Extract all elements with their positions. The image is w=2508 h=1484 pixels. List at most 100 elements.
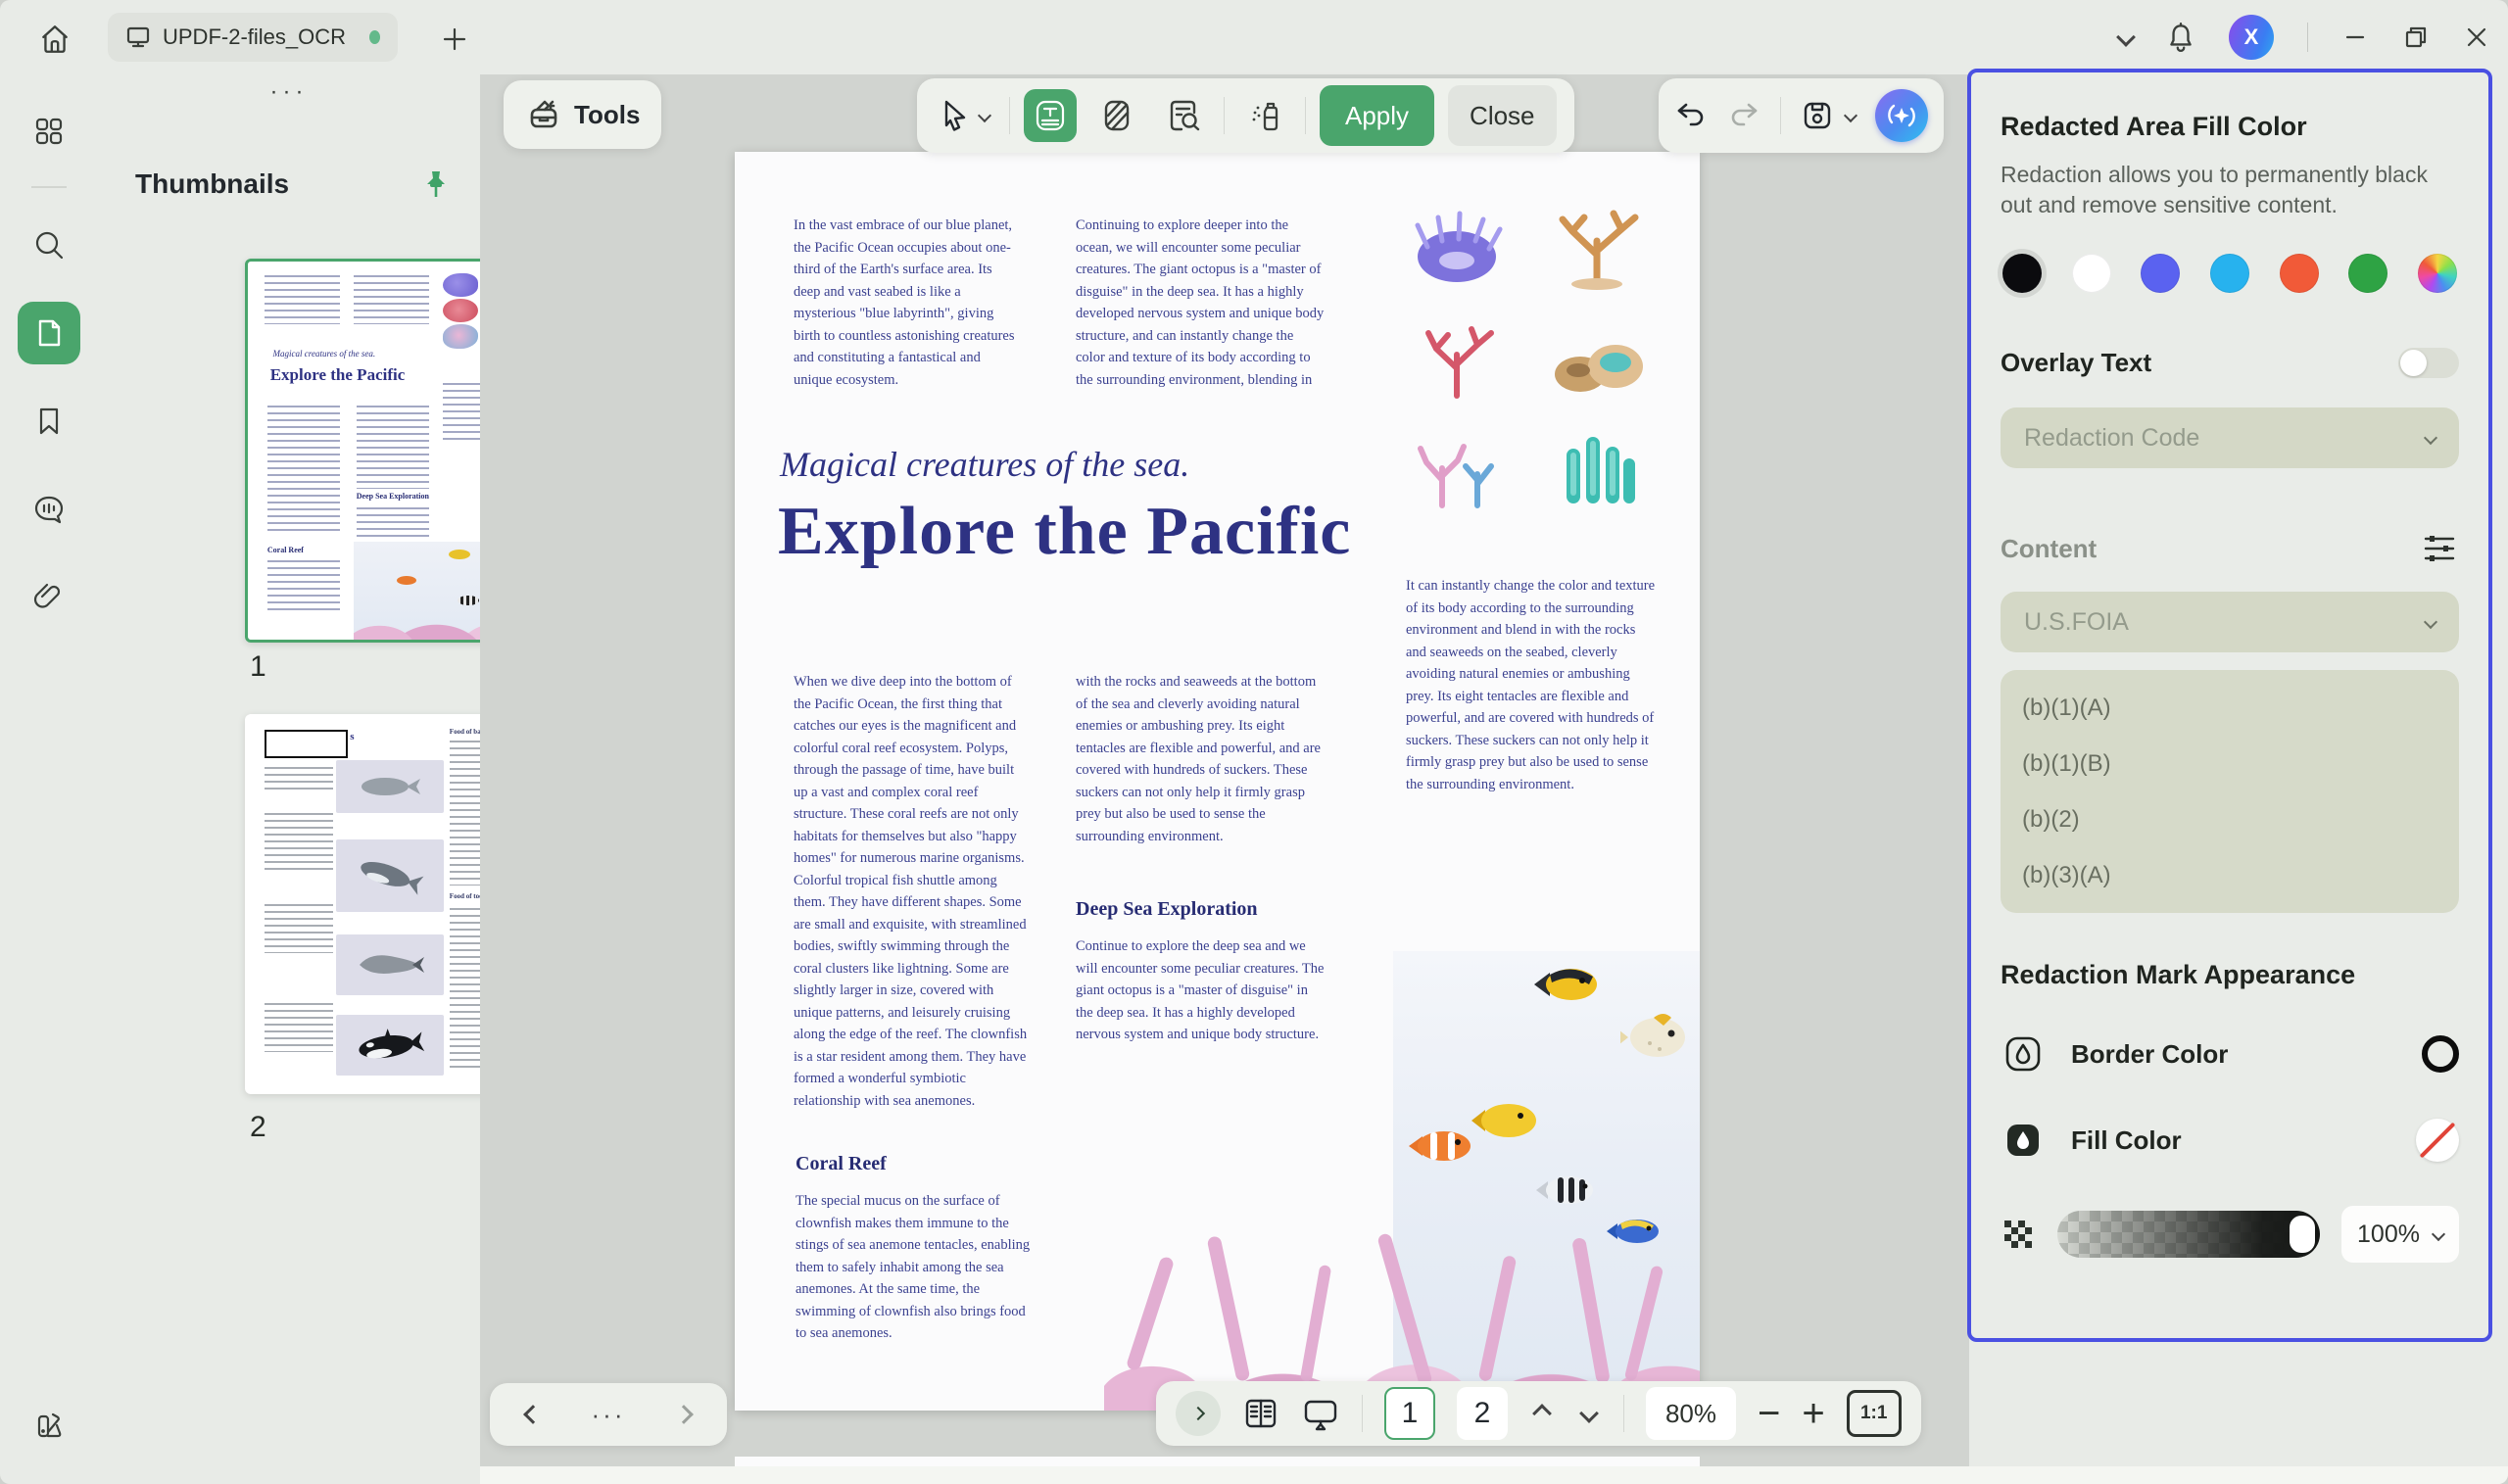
sidebar-item-comments[interactable] xyxy=(18,478,80,541)
coral-ecosystem-paragraph: When we dive deep into the bottom of the… xyxy=(794,671,1029,1112)
sanitize-tool-button[interactable] xyxy=(1238,89,1291,142)
swatch-white[interactable] xyxy=(2072,254,2111,293)
new-tab-button[interactable] xyxy=(437,22,472,57)
redaction-toolbar: Apply Close xyxy=(917,78,1574,153)
palette-swatches-icon xyxy=(31,1408,67,1443)
page-button-2[interactable]: 2 xyxy=(1457,1387,1508,1440)
filter-sliders-icon[interactable] xyxy=(2420,529,2459,568)
thumb2-whale-image xyxy=(336,1015,444,1076)
paperclip-icon xyxy=(32,581,66,614)
code-option[interactable]: (b)(2) xyxy=(2001,791,2459,847)
swatch-black[interactable] xyxy=(2002,254,2042,293)
opacity-value-dropdown[interactable]: 100% xyxy=(2341,1206,2459,1263)
redact-text-tool-button[interactable] xyxy=(1024,89,1077,142)
home-button[interactable] xyxy=(33,18,76,61)
sidebar-item-appearance-palette[interactable] xyxy=(18,1394,80,1457)
thumb1-tagline: Magical creatures of the sea. xyxy=(273,349,376,359)
select-tool-button[interactable] xyxy=(935,99,995,132)
notifications-bell-icon[interactable] xyxy=(2166,22,2195,53)
restore-button[interactable] xyxy=(2402,24,2430,51)
pdf-page-1[interactable]: In the vast embrace of our blue planet, … xyxy=(735,152,1700,1411)
redo-icon[interactable] xyxy=(1727,99,1760,132)
sidebar-item-bookmarks[interactable] xyxy=(18,390,80,453)
thumb2-text-lines xyxy=(265,767,333,790)
nav-ellipsis[interactable]: ··· xyxy=(592,1400,626,1430)
toolbar-divider xyxy=(1305,97,1306,134)
thumb1-text-lines xyxy=(357,507,429,546)
updf-window: UPDF-2-files_OCR X xyxy=(0,0,2508,1484)
swatch-green[interactable] xyxy=(2348,254,2387,293)
swatch-blue[interactable] xyxy=(2141,254,2180,293)
save-button[interactable] xyxy=(1801,99,1856,132)
document-tab[interactable]: UPDF-2-files_OCR xyxy=(108,13,398,62)
code-option[interactable]: (b)(1)(B) xyxy=(2001,736,2459,791)
code-option[interactable]: (b)(3)(A) xyxy=(2001,847,2459,903)
pin-icon[interactable] xyxy=(421,168,451,200)
fill-color-none-swatch[interactable] xyxy=(2416,1119,2459,1162)
search-and-redact-tool-button[interactable] xyxy=(1157,89,1210,142)
thumb1-coral-reef-heading: Coral Reef xyxy=(267,546,304,554)
tools-button[interactable]: Tools xyxy=(504,80,661,149)
tentacles-paragraph: with the rocks and seaweeds at the botto… xyxy=(1076,671,1326,847)
swatch-cyan[interactable] xyxy=(2210,254,2249,293)
presentation-mode-icon[interactable] xyxy=(1301,1395,1340,1432)
redaction-code-select[interactable]: Redaction Code xyxy=(2001,407,2459,468)
thumb2-whale-image xyxy=(336,839,444,912)
panel-title: Redacted Area Fill Color xyxy=(2001,112,2459,142)
home-icon xyxy=(38,23,72,56)
undo-icon[interactable] xyxy=(1674,99,1708,132)
page-layout-icon[interactable] xyxy=(1242,1395,1279,1432)
intro-paragraph-2: Continuing to explore deeper into the oc… xyxy=(1076,215,1326,391)
thumb1-text-lines xyxy=(357,406,429,489)
redaction-code-placeholder: Redaction Code xyxy=(2024,424,2199,453)
titlebar-divider xyxy=(2307,23,2308,52)
page-1-number: 1 xyxy=(250,650,266,684)
overlay-text-label: Overlay Text xyxy=(2001,348,2151,378)
swatch-orange[interactable] xyxy=(2280,254,2319,293)
opacity-slider-handle[interactable] xyxy=(2290,1216,2315,1253)
thumb1-text-lines xyxy=(267,560,340,613)
next-page-icon[interactable] xyxy=(1579,1404,1599,1423)
panel-drag-handle[interactable]: ··· xyxy=(270,78,309,106)
forward-icon[interactable] xyxy=(675,1405,695,1424)
sidebar-item-search[interactable] xyxy=(18,214,80,276)
expand-controls-button[interactable] xyxy=(1176,1391,1221,1436)
minimize-button[interactable] xyxy=(2341,24,2369,51)
redact-area-tool-button[interactable] xyxy=(1090,89,1143,142)
thumb2-whale-image xyxy=(336,934,444,995)
overlay-text-toggle[interactable] xyxy=(2398,348,2459,378)
spray-bottle-icon xyxy=(1247,98,1282,133)
previous-page-icon[interactable] xyxy=(1532,1404,1552,1423)
search-icon xyxy=(31,227,67,263)
document-canvas[interactable]: In the vast embrace of our blue planet, … xyxy=(480,74,1969,1466)
page-button-1[interactable]: 1 xyxy=(1384,1387,1435,1440)
left-sidebar xyxy=(0,74,98,1484)
zoom-level-value[interactable]: 80% xyxy=(1646,1387,1736,1440)
close-redaction-button[interactable]: Close xyxy=(1448,85,1556,146)
user-avatar[interactable]: X xyxy=(2229,15,2274,60)
thumb2-text-lines xyxy=(265,813,333,874)
border-color-swatch[interactable] xyxy=(2422,1035,2459,1073)
zoom-in-button[interactable]: + xyxy=(1802,1394,1824,1433)
tools-button-label: Tools xyxy=(574,100,640,130)
actual-size-button[interactable]: 1:1 xyxy=(1847,1390,1902,1437)
code-option[interactable]: (b)(1)(A) xyxy=(2001,680,2459,736)
swatch-custom-rainbow[interactable] xyxy=(2418,254,2457,293)
sidebar-item-thumbnails[interactable] xyxy=(18,302,80,364)
sidebar-item-home-grid[interactable] xyxy=(18,100,80,163)
apply-button[interactable]: Apply xyxy=(1320,85,1434,146)
chevron-down-icon xyxy=(2424,431,2437,445)
opacity-slider[interactable] xyxy=(2057,1211,2320,1258)
window-menu-chevron-icon[interactable] xyxy=(2116,27,2136,47)
content-category-select[interactable]: U.S.FOIA xyxy=(2001,592,2459,652)
toggle-knob xyxy=(2400,350,2427,376)
back-icon[interactable] xyxy=(523,1405,543,1424)
ai-assistant-button[interactable] xyxy=(1875,89,1928,142)
sidebar-item-attachments[interactable] xyxy=(18,566,80,629)
page-tagline: Magical creatures of the sea. xyxy=(780,444,1189,485)
history-toolbar xyxy=(1659,78,1944,153)
zoom-out-button[interactable]: − xyxy=(1758,1394,1780,1433)
border-color-label: Border Color xyxy=(2071,1039,2228,1070)
redact-text-icon xyxy=(1033,98,1068,133)
close-button[interactable] xyxy=(2463,24,2490,51)
